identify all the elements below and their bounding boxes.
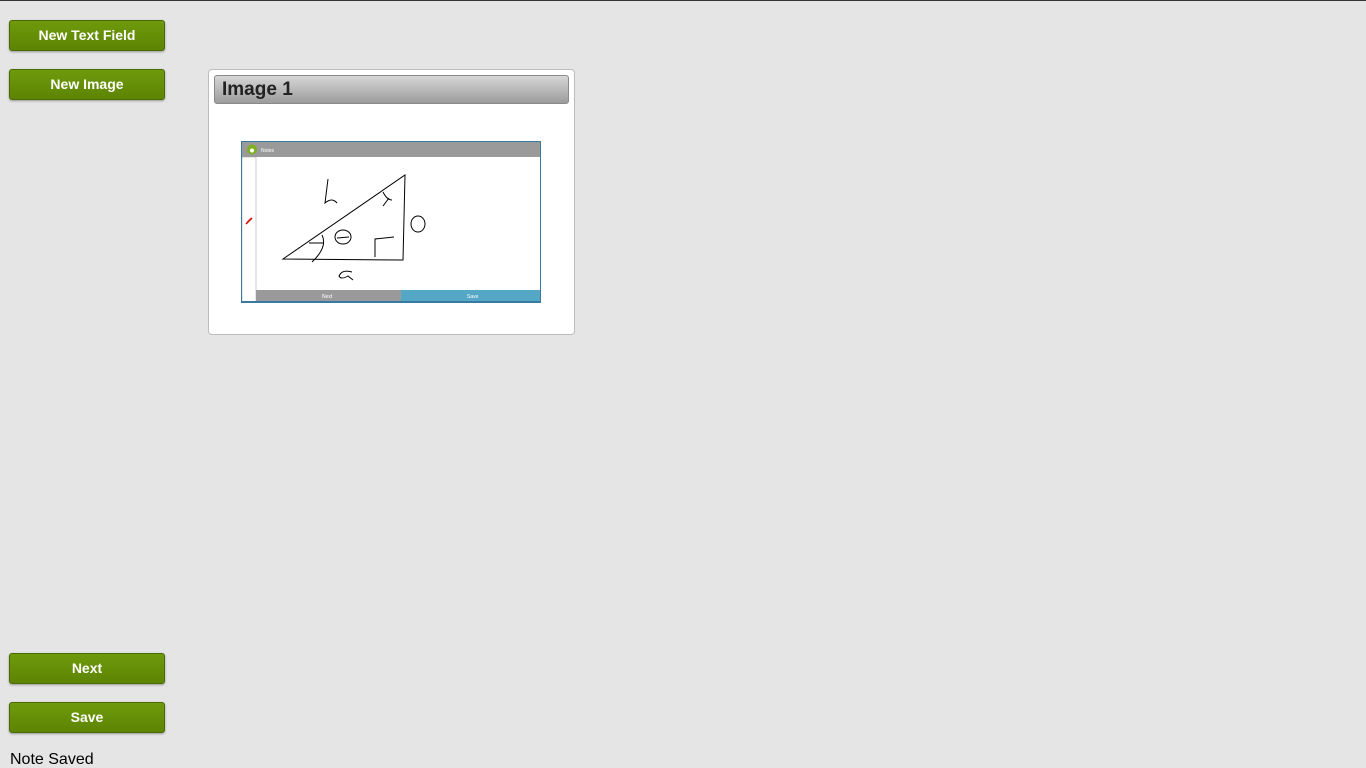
thumb-title-bar xyxy=(242,142,540,157)
thumb-app-title: Notes xyxy=(261,148,275,154)
new-text-field-button[interactable]: New Text Field xyxy=(9,20,165,51)
next-button[interactable]: Next xyxy=(9,653,165,684)
thumb-triangle-drawing xyxy=(281,174,426,281)
image-card-title: Image 1 xyxy=(214,75,569,104)
thumb-save-label: Save xyxy=(467,294,479,300)
image-thumbnail[interactable]: Notes Next Save xyxy=(241,141,541,303)
status-message: Note Saved xyxy=(10,751,94,768)
new-image-button[interactable]: New Image xyxy=(9,69,165,100)
image-card: Image 1 Notes Next Save xyxy=(208,69,575,335)
thumb-next-label: Next xyxy=(322,294,333,300)
save-button[interactable]: Save xyxy=(9,702,165,733)
